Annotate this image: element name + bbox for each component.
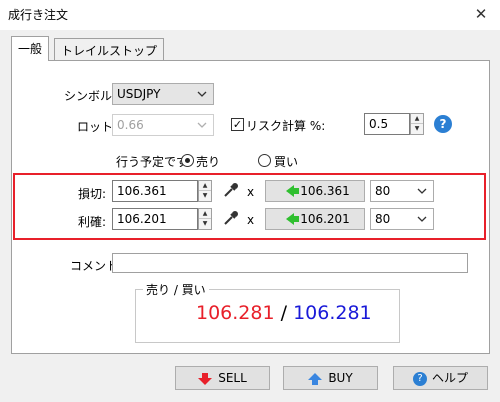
price-separator: /: [280, 302, 288, 324]
stop-loss-clear-icon[interactable]: x: [247, 185, 254, 199]
risk-checkbox[interactable]: ✓: [231, 118, 244, 131]
stop-loss-points-select[interactable]: 80: [370, 180, 434, 202]
risk-spinner[interactable]: ▲ ▼: [410, 113, 424, 135]
title-bar: [0, 0, 500, 30]
symbol-value: USDJPY: [117, 87, 161, 101]
take-profit-clear-icon[interactable]: x: [247, 213, 254, 227]
buy-button-label: BUY: [328, 371, 353, 385]
stop-loss-price-label: 106.361: [300, 184, 350, 198]
stop-loss-price-button[interactable]: 106.361: [265, 180, 365, 202]
help-button[interactable]: ? ヘルプ: [393, 366, 488, 390]
buy-button[interactable]: BUY: [283, 366, 378, 390]
arrow-left-tail: [293, 216, 299, 222]
help-button-label: ヘルプ: [431, 371, 468, 385]
lot-select[interactable]: 0.66: [112, 114, 214, 136]
tab-general[interactable]: 一般: [11, 36, 50, 61]
window-title: 成行き注文: [8, 8, 69, 22]
take-profit-points-select[interactable]: 80: [370, 208, 434, 230]
spin-down-icon[interactable]: ▼: [199, 219, 211, 229]
lot-value: 0.66: [117, 118, 144, 132]
spin-up-icon[interactable]: ▲: [199, 209, 211, 219]
chevron-down-icon: [417, 188, 427, 194]
close-icon[interactable]: ✕: [468, 2, 494, 26]
chevron-down-icon: [417, 216, 427, 222]
chevron-down-icon: [197, 91, 207, 97]
price-group-title: 売り / 買い: [143, 281, 209, 298]
radio-selected-dot: [185, 158, 190, 163]
sell-button[interactable]: SELL: [175, 366, 270, 390]
ask-price: 106.281: [293, 302, 372, 324]
stop-loss-spinner[interactable]: ▲ ▼: [198, 180, 212, 202]
stop-loss-label: 損切:: [78, 187, 107, 201]
tab-trailing-stop[interactable]: トレイルストップ: [54, 38, 165, 60]
dropper-icon[interactable]: [222, 209, 240, 227]
price-display: 106.281 / 106.281: [196, 302, 372, 324]
sell-button-label: SELL: [218, 371, 247, 385]
take-profit-spinner[interactable]: ▲ ▼: [198, 208, 212, 230]
take-profit-input[interactable]: 106.201: [112, 208, 198, 230]
dropper-icon[interactable]: [222, 181, 240, 199]
arrow-up-blue-icon: [308, 372, 323, 385]
take-profit-label: 利確:: [78, 215, 107, 229]
spin-down-icon[interactable]: ▼: [411, 124, 423, 134]
spin-up-icon[interactable]: ▲: [199, 181, 211, 191]
take-profit-points-value: 80: [375, 212, 391, 226]
stop-loss-input[interactable]: 106.361: [112, 180, 198, 202]
arrow-left-tail: [293, 188, 299, 194]
risk-input[interactable]: 0.5: [364, 113, 410, 135]
sell-radio[interactable]: [181, 154, 194, 167]
spin-down-icon[interactable]: ▼: [199, 191, 211, 201]
sell-radio-label: 売り: [196, 155, 221, 169]
help-icon: ?: [412, 371, 427, 386]
buy-radio[interactable]: [258, 154, 271, 167]
order-type-label: 行う予定です: [116, 155, 189, 169]
help-icon[interactable]: ?: [434, 115, 452, 133]
bid-price: 106.281: [196, 302, 275, 324]
take-profit-price-label: 106.201: [300, 212, 350, 226]
chevron-down-icon: [197, 122, 207, 128]
comment-input[interactable]: [112, 253, 468, 273]
risk-label: リスク計算 %:: [246, 119, 326, 133]
stop-loss-points-value: 80: [375, 184, 391, 198]
take-profit-price-button[interactable]: 106.201: [265, 208, 365, 230]
symbol-select[interactable]: USDJPY: [112, 83, 214, 105]
symbol-label: シンボル:: [64, 89, 117, 103]
buy-radio-label: 買い: [274, 155, 299, 169]
spin-up-icon[interactable]: ▲: [411, 114, 423, 124]
arrow-down-red-icon: [198, 372, 213, 385]
